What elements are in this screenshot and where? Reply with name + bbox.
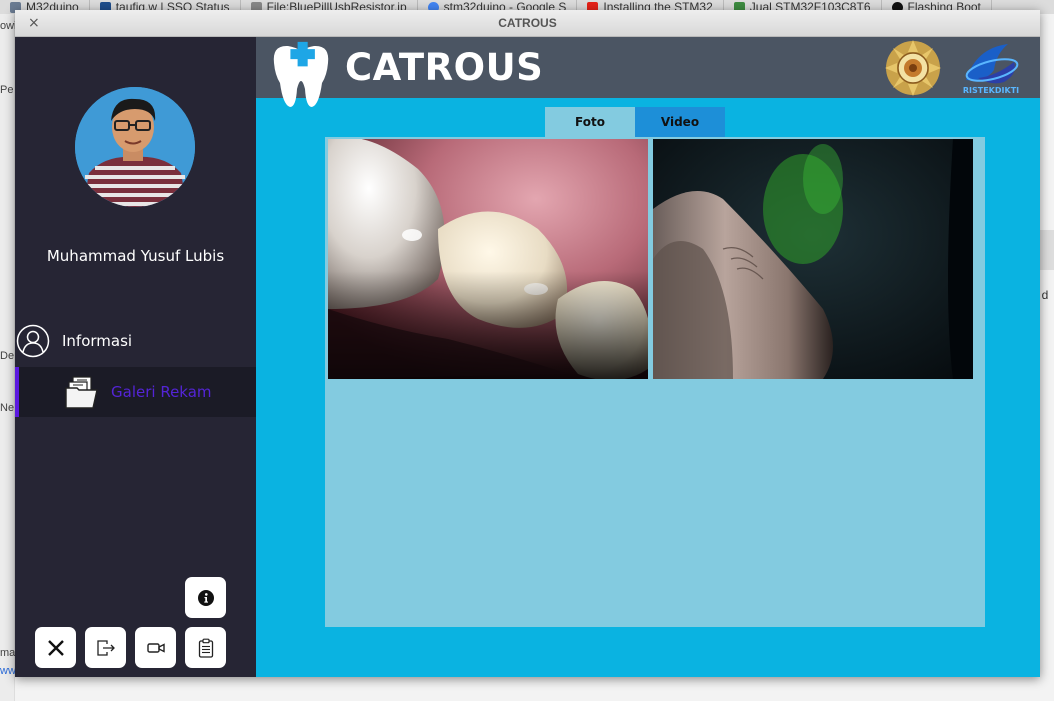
sidebar-item-informasi[interactable]: Informasi <box>15 322 256 360</box>
ugm-logo <box>885 40 941 96</box>
avatar <box>75 87 195 207</box>
user-name: Muhammad Yusuf Lubis <box>46 247 225 265</box>
gallery-thumbnail[interactable] <box>653 139 973 379</box>
clipboard-icon <box>198 638 213 658</box>
app-header: CATROUS RISTEKDIKTI <box>256 37 1040 107</box>
ristekdikti-text: RISTEKDIKTI <box>963 86 1019 95</box>
media-tabs: Foto Video <box>545 107 725 137</box>
sidebar-item-galeri-rekam[interactable]: Galeri Rekam <box>15 367 256 417</box>
background-text-fragment: De <box>0 350 15 362</box>
clipboard-button[interactable] <box>185 627 226 668</box>
background-text-fragment: Pe <box>0 84 14 96</box>
video-record-button[interactable] <box>135 627 176 668</box>
tooth-logo <box>273 41 329 107</box>
background-panel <box>1040 230 1054 270</box>
teeth-photo <box>328 139 648 379</box>
window-titlebar: × CATROUS <box>15 10 1040 37</box>
sidebar-item-label: Informasi <box>62 332 133 350</box>
user-photo <box>75 87 195 207</box>
photo-gallery <box>325 137 985 627</box>
window-title: CATROUS <box>498 16 557 30</box>
background-text-fragment: Ne <box>0 402 15 414</box>
close-button[interactable] <box>35 627 76 668</box>
user-icon <box>16 324 50 358</box>
ristekdikti-logo: RISTEKDIKTI <box>963 44 1019 95</box>
app-window: × CATROUS Muhammad Yusuf Lubis Informasi… <box>15 10 1040 677</box>
background-text-fragment: ma <box>0 647 16 659</box>
main-content: CATROUS RISTEKDIKTI Foto Video <box>256 37 1040 677</box>
info-icon <box>197 589 214 606</box>
background-text-fragment: ww <box>0 665 16 677</box>
sidebar-item-label: Galeri Rekam <box>111 383 212 401</box>
logout-icon <box>96 639 115 656</box>
app-title: CATROUS <box>345 46 544 89</box>
tab-foto[interactable]: Foto <box>545 107 635 137</box>
logout-button[interactable] <box>85 627 126 668</box>
info-button[interactable] <box>185 577 226 618</box>
close-icon <box>47 639 64 656</box>
video-camera-icon <box>146 642 165 653</box>
sidebar: Muhammad Yusuf Lubis Informasi Galeri Re… <box>15 37 256 677</box>
tab-video[interactable]: Video <box>635 107 725 137</box>
finger-photo <box>653 139 973 379</box>
documents-icon <box>65 376 98 409</box>
gallery-thumbnail[interactable] <box>328 139 648 379</box>
